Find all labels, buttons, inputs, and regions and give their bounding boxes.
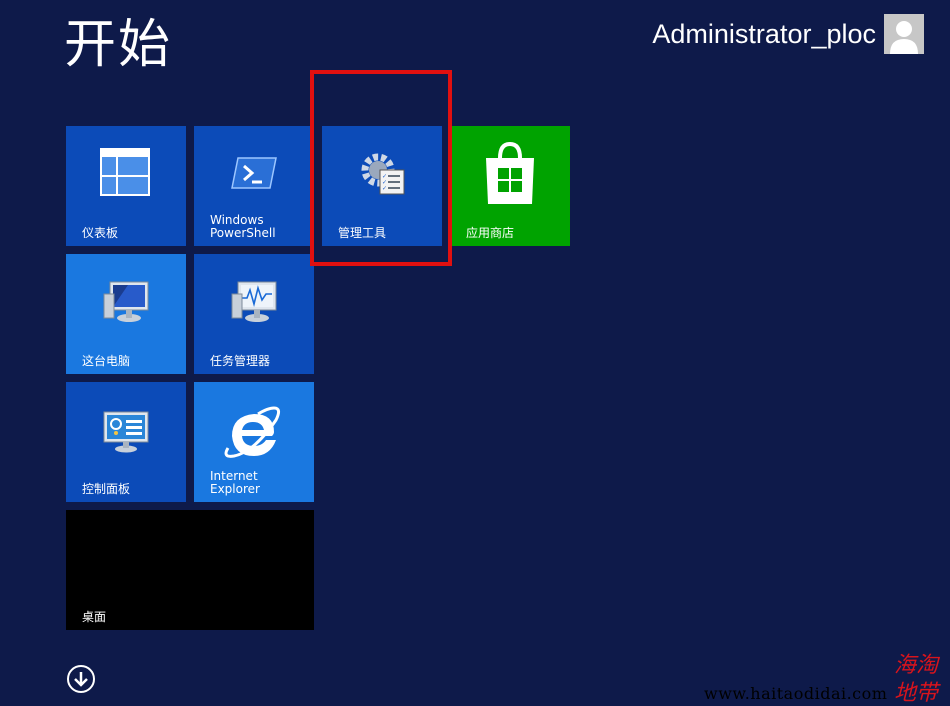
watermark-logo: 海淘 地带 — [894, 653, 941, 706]
tile-task-manager[interactable]: 任务管理器 — [194, 254, 314, 374]
tile-powershell[interactable]: Windows PowerShell — [194, 126, 314, 246]
internet-explorer-icon — [224, 406, 281, 458]
admin-tools-icon: ✓ ✓ ✓ — [361, 153, 405, 195]
tile-store[interactable]: 应用商店 — [450, 126, 570, 246]
all-apps-button[interactable] — [66, 664, 96, 694]
tile-label: 应用商店 — [466, 226, 515, 240]
tile-label: 任务管理器 — [210, 354, 271, 368]
tile-this-pc[interactable]: 这台电脑 — [66, 254, 186, 374]
task-manager-icon — [231, 281, 277, 322]
tile-admin-tools[interactable]: ✓ ✓ ✓ 管理工具 — [322, 126, 442, 246]
down-arrow-icon — [67, 665, 95, 693]
tile-label: Windows PowerShell — [210, 213, 276, 240]
start-title: 开始 — [64, 15, 173, 75]
svg-text:✓: ✓ — [382, 185, 387, 192]
tile-label: 控制面板 — [82, 482, 131, 496]
svg-text:海淘: 海淘 — [894, 653, 941, 678]
tile-desktop[interactable]: 桌面 — [66, 510, 314, 630]
powershell-icon — [231, 157, 277, 189]
tile-label: 管理工具 — [338, 226, 387, 240]
control-panel-icon — [103, 411, 149, 453]
tile-label: 这台电脑 — [82, 354, 131, 368]
tile-label: Internet Explorer — [210, 469, 260, 496]
tile-label: 桌面 — [82, 610, 107, 624]
watermark-url: www.haitaodidai.com — [704, 684, 888, 703]
user-name: Administrator_ploc — [652, 18, 876, 49]
tile-internet-explorer[interactable]: Internet Explorer — [194, 382, 314, 502]
tile-control-panel[interactable]: 控制面板 — [66, 382, 186, 502]
svg-text:地带: 地带 — [894, 681, 941, 706]
user-account[interactable]: Administrator_ploc — [652, 14, 924, 54]
user-avatar-icon — [884, 14, 924, 54]
store-bag-icon — [486, 141, 534, 204]
tile-label: 仪表板 — [82, 226, 119, 240]
dashboard-icon — [100, 148, 150, 196]
tile-dashboard[interactable]: 仪表板 — [66, 126, 186, 246]
computer-icon — [103, 281, 149, 322]
